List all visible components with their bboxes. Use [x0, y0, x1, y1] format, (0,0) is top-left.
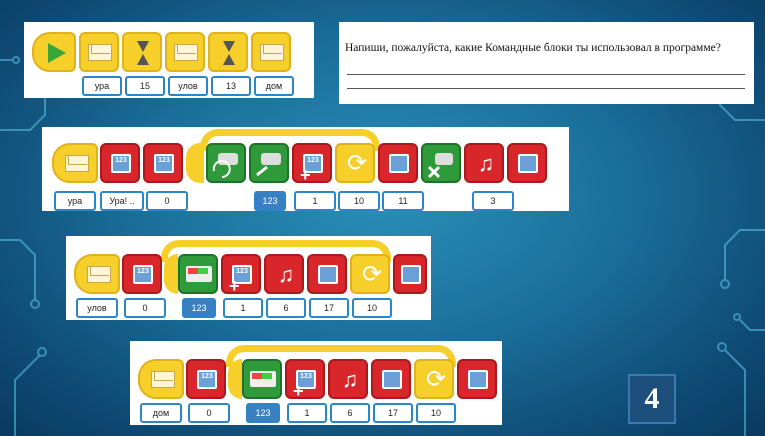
param-field[interactable]: 1 [294, 191, 336, 211]
wait-block[interactable] [208, 32, 248, 72]
screen-icon [468, 370, 488, 389]
hourglass-icon [223, 41, 235, 65]
light-icon [186, 266, 212, 282]
screen-block[interactable]: 123 [122, 254, 162, 294]
param-field[interactable]: 15 [125, 76, 165, 96]
screen-block[interactable]: 123 [143, 143, 183, 183]
sound-block[interactable]: ♫ [464, 143, 504, 183]
screen-icon [318, 265, 338, 284]
program-panel-2: 123 123 123 + ⟳ ♫ ура Ура! .. 0 123 1 10 … [42, 127, 569, 211]
envelope-icon [87, 266, 111, 283]
send-message-block[interactable] [79, 32, 119, 72]
param-field[interactable]: 10 [352, 298, 392, 318]
background-block[interactable] [378, 143, 418, 183]
note-icon: ♫ [277, 262, 295, 287]
send-message-block[interactable] [165, 32, 205, 72]
param-field[interactable]: 0 [124, 298, 166, 318]
screen-icon [389, 154, 409, 173]
receive-message-block[interactable] [52, 143, 98, 183]
loop-start [228, 359, 242, 399]
loop-end-block[interactable]: ⟳ [350, 254, 390, 294]
hourglass-icon [137, 41, 149, 65]
background-block[interactable] [307, 254, 347, 294]
display-block[interactable] [507, 143, 547, 183]
variable-field[interactable]: 123 [182, 298, 216, 318]
loop-icon: ⟳ [361, 261, 383, 288]
light-block[interactable] [178, 254, 218, 294]
question-panel: Напиши, пожалуйста, какие Командные блок… [339, 22, 754, 104]
param-field[interactable]: дом [254, 76, 294, 96]
param-field[interactable]: 1 [287, 403, 327, 423]
answer-line[interactable] [347, 74, 745, 75]
envelope-icon [174, 44, 198, 61]
variable-field[interactable]: 123 [246, 403, 280, 423]
param-field[interactable]: 3 [472, 191, 514, 211]
loop-start [164, 254, 178, 294]
screen-icon [401, 265, 421, 284]
param-field[interactable]: дом [140, 403, 182, 423]
param-field[interactable]: 6 [266, 298, 306, 318]
note-icon: ♫ [341, 367, 359, 392]
stop-icon [427, 153, 453, 179]
page-number: 4 [628, 374, 676, 424]
screen-block[interactable]: 123 [100, 143, 140, 183]
param-field[interactable]: 13 [211, 76, 251, 96]
param-field[interactable]: 6 [330, 403, 370, 423]
param-field[interactable]: ура [54, 191, 96, 211]
play-icon [48, 43, 66, 63]
loop-start [186, 143, 204, 183]
param-field[interactable]: 11 [382, 191, 424, 211]
program-panel-4: 123 123 + ♫ ⟳ дом 0 123 1 6 17 10 [130, 341, 502, 425]
screen-block[interactable]: 123 [186, 359, 226, 399]
program-panel-3: 123 123 + ♫ ⟳ улов 0 123 1 6 17 10 [66, 236, 431, 320]
param-field[interactable]: 17 [309, 298, 349, 318]
receive-message-block[interactable] [138, 359, 184, 399]
envelope-icon [151, 371, 175, 388]
send-message-block[interactable] [251, 32, 291, 72]
note-icon: ♫ [477, 151, 495, 176]
loop-end-block[interactable]: ⟳ [335, 143, 375, 183]
param-field[interactable]: Ура! .. [100, 191, 144, 211]
math-block[interactable]: 123 + [285, 359, 325, 401]
background-block[interactable] [371, 359, 411, 399]
param-field[interactable]: 10 [416, 403, 456, 423]
start-block[interactable] [32, 32, 76, 72]
light-block[interactable] [242, 359, 282, 399]
question-text: Напиши, пожалуйста, какие Командные блок… [345, 42, 721, 54]
light-icon [250, 371, 276, 387]
param-field[interactable]: 0 [188, 403, 230, 423]
motor-icon [256, 153, 281, 177]
motor-power-block[interactable] [249, 143, 289, 183]
answer-line[interactable] [347, 88, 745, 89]
param-field[interactable]: 0 [146, 191, 188, 211]
motor-stop-block[interactable] [421, 143, 461, 183]
loop-icon: ⟳ [346, 150, 368, 177]
envelope-icon [88, 44, 112, 61]
receive-message-block[interactable] [74, 254, 120, 294]
display-block[interactable] [393, 254, 427, 294]
screen-icon [518, 154, 538, 173]
sound-block[interactable]: ♫ [264, 254, 304, 294]
program-panel-1: ура 15 улов 13 дом [24, 22, 314, 98]
variable-field[interactable]: 123 [254, 191, 286, 211]
loop-icon: ⟳ [425, 366, 447, 393]
param-field[interactable]: ура [82, 76, 122, 96]
loop-end-block[interactable]: ⟳ [414, 359, 454, 399]
param-field[interactable]: 1 [223, 298, 263, 318]
screen-icon [382, 370, 402, 389]
envelope-icon [65, 155, 89, 172]
math-block[interactable]: 123 + [221, 254, 261, 296]
math-block[interactable]: 123 + [292, 143, 332, 185]
param-field[interactable]: улов [168, 76, 208, 96]
motor-icon [212, 153, 238, 178]
display-block[interactable] [457, 359, 497, 399]
wait-block[interactable] [122, 32, 162, 72]
param-field[interactable]: 10 [338, 191, 380, 211]
envelope-icon [260, 44, 284, 61]
sound-block[interactable]: ♫ [328, 359, 368, 399]
motor-block[interactable] [206, 143, 246, 183]
param-field[interactable]: улов [76, 298, 118, 318]
param-field[interactable]: 17 [373, 403, 413, 423]
